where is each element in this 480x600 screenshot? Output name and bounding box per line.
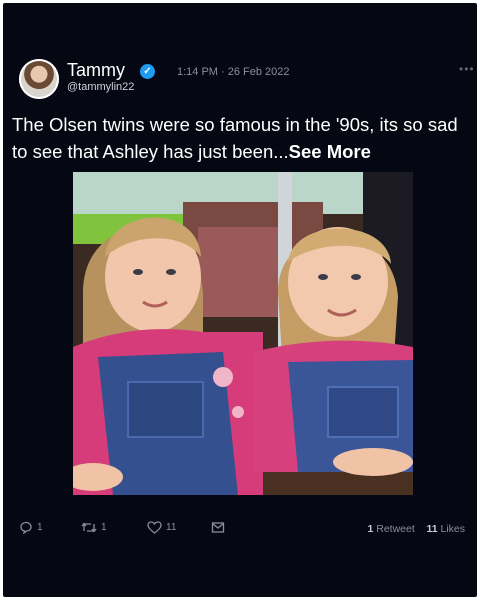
like-button[interactable]: 11 — [147, 521, 176, 534]
reply-icon — [20, 521, 32, 534]
share-button[interactable] — [211, 521, 225, 534]
retweet-icon — [81, 522, 97, 533]
tweet-timestamp[interactable]: 1:14 PM · 26 Feb 2022 — [177, 66, 290, 78]
reply-button[interactable]: 1 — [19, 521, 43, 534]
likes-number[interactable]: 11 — [426, 523, 437, 535]
tweet-photo[interactable] — [73, 172, 413, 495]
share-icon — [211, 522, 225, 533]
retweets-label[interactable]: Retweet — [376, 523, 415, 535]
tweet-card: Tammy ✓ 1:14 PM · 26 Feb 2022 @tammylin2… — [3, 3, 477, 597]
author-name[interactable]: Tammy — [67, 60, 125, 81]
tweet-body: The Olsen twins were so famous in the '9… — [12, 114, 458, 162]
more-options-icon[interactable]: ••• — [459, 62, 475, 76]
tweet-text: The Olsen twins were so famous in the '9… — [12, 111, 477, 165]
twins-photo-illustration — [73, 172, 413, 495]
tweet-actions: 1 1 11 1 Retweet 11 Likes — [19, 521, 469, 541]
avatar[interactable] — [19, 59, 59, 99]
retweet-button[interactable]: 1 — [81, 521, 107, 534]
retweet-count: 1 — [101, 522, 107, 533]
likes-label[interactable]: Likes — [440, 523, 465, 535]
reply-count: 1 — [37, 522, 43, 533]
verified-badge-icon: ✓ — [140, 64, 155, 79]
author-handle[interactable]: @tammylin22 — [67, 81, 134, 93]
tweet-header: Tammy ✓ 1:14 PM · 26 Feb 2022 @tammylin2… — [19, 59, 474, 103]
like-count: 11 — [166, 522, 177, 533]
see-more-link[interactable]: See More — [289, 141, 371, 162]
retweets-number[interactable]: 1 — [367, 523, 373, 535]
like-icon — [147, 521, 162, 534]
tweet-stats: 1 Retweet 11 Likes — [367, 523, 465, 535]
